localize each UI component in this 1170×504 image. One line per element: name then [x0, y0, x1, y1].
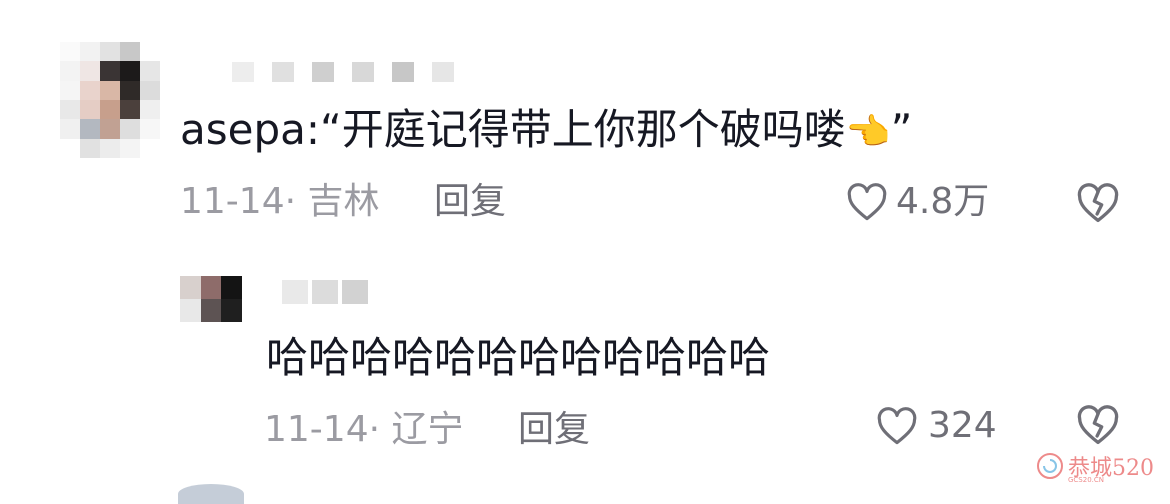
watermark-logo-icon	[1037, 453, 1063, 479]
pointing-hand-emoji: 👈	[845, 112, 891, 153]
comment-text: 哈哈哈哈哈哈哈哈哈哈哈哈	[266, 333, 771, 382]
comment-text: asepa:“开庭记得带上你那个破吗喽👈”	[180, 105, 913, 154]
avatar[interactable]	[180, 276, 242, 322]
comment-date-location: 11-14· 吉林	[180, 181, 380, 222]
heart-outline-icon[interactable]	[876, 406, 918, 446]
comment-date-location: 11-14· 辽宁	[264, 409, 464, 450]
logo-watermark: 恭城520 GCS20.CN	[1034, 446, 1168, 488]
reply-button[interactable]: 回复	[434, 180, 506, 224]
username-blurred[interactable]	[232, 62, 454, 82]
username-blurred[interactable]	[282, 280, 368, 304]
avatar[interactable]	[178, 484, 244, 504]
heart-outline-icon[interactable]	[846, 182, 888, 222]
reply-button[interactable]: 回复	[518, 408, 590, 452]
like-count: 4.8万	[896, 181, 990, 222]
broken-heart-icon[interactable]	[1076, 182, 1120, 224]
avatar[interactable]	[60, 42, 160, 158]
broken-heart-icon[interactable]	[1076, 404, 1120, 446]
like-count: 324	[928, 405, 997, 446]
